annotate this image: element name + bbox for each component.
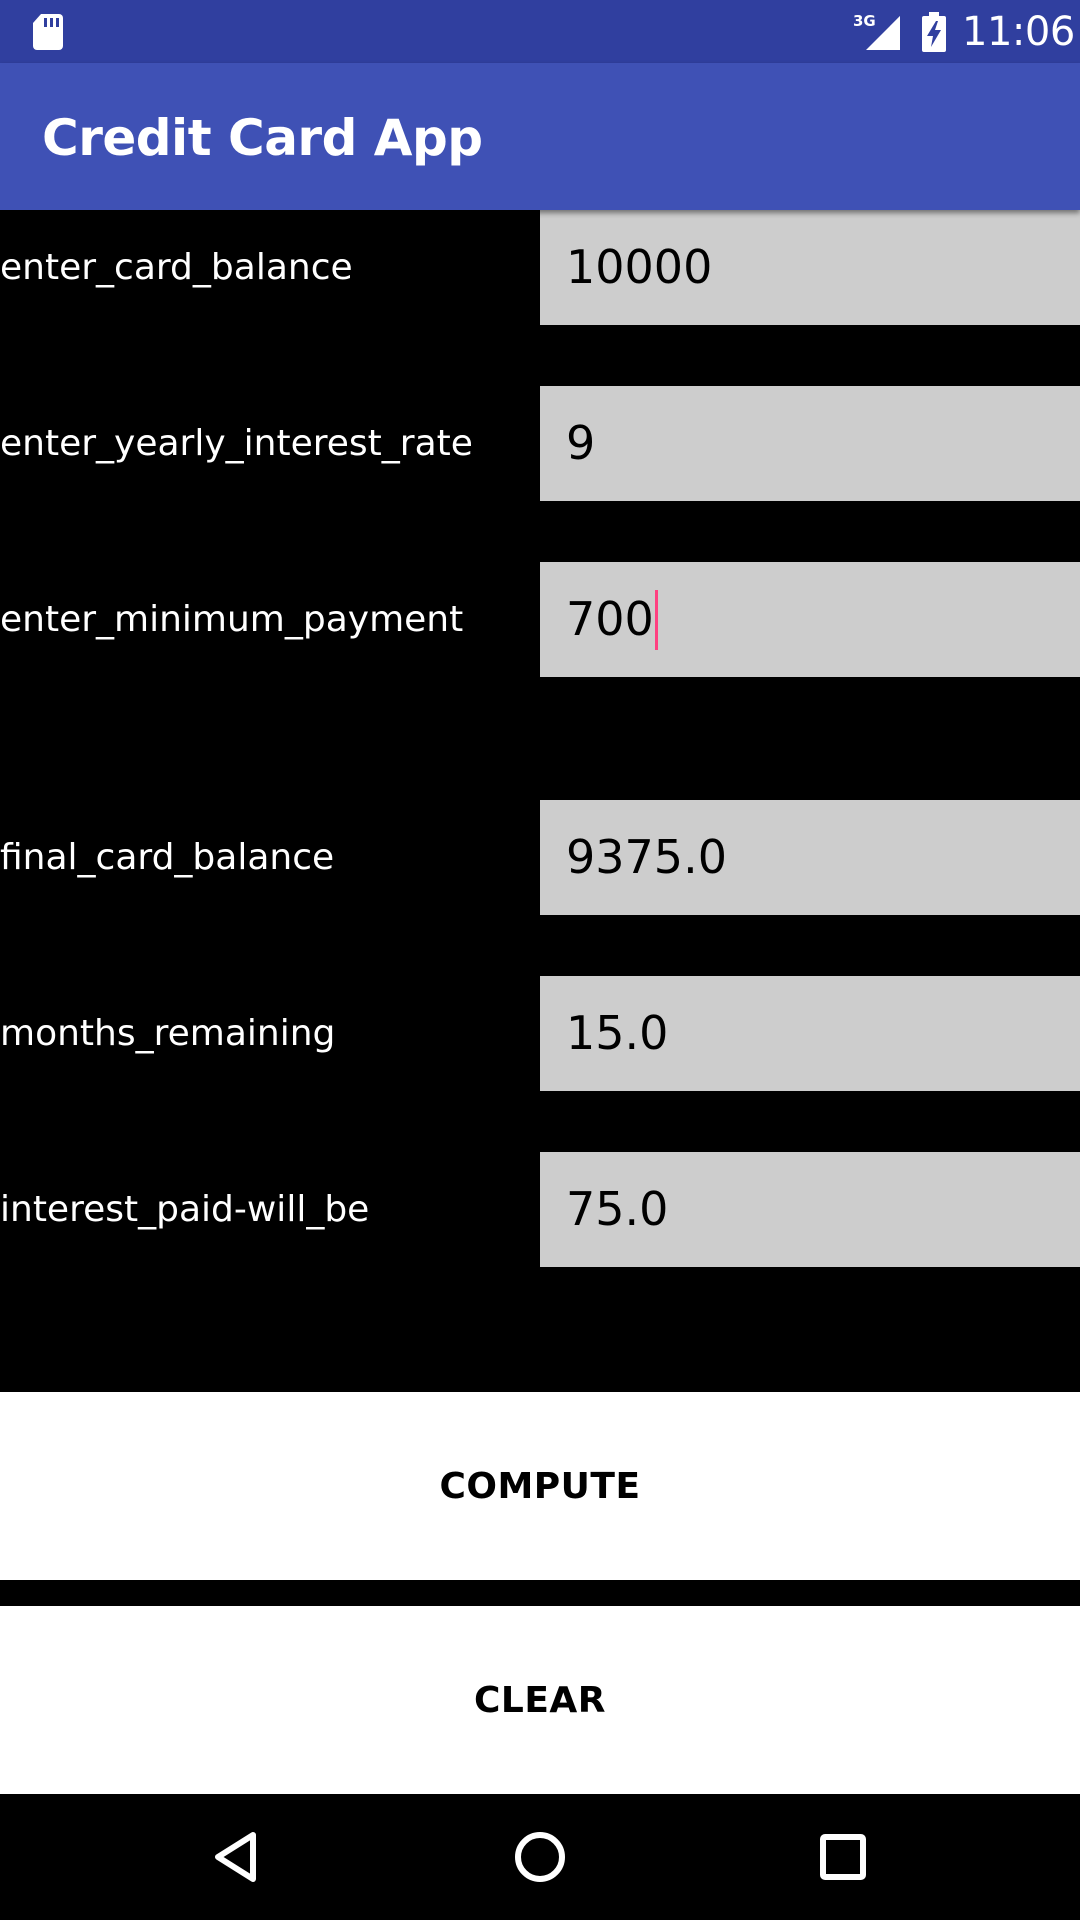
form-row-interest-rate: enter_yearly_interest_rate 9	[0, 386, 1080, 501]
network-type-label: 3G	[853, 12, 876, 30]
form-row-interest-paid: interest_paid-will_be 75.0	[0, 1152, 1080, 1267]
interest-rate-input[interactable]: 9	[540, 386, 1080, 501]
home-icon[interactable]	[510, 1827, 570, 1887]
recents-icon[interactable]	[813, 1827, 873, 1887]
minimum-payment-label: enter_minimum_payment	[0, 599, 464, 640]
card-balance-label: enter_card_balance	[0, 247, 353, 288]
clear-button[interactable]: CLEAR	[0, 1606, 1080, 1794]
final-balance-field[interactable]: 9375.0	[540, 800, 1080, 915]
text-cursor	[654, 589, 658, 650]
status-clock: 11:06	[962, 9, 1075, 55]
months-remaining-label: months_remaining	[0, 1013, 336, 1054]
status-bar: 3G 11:06	[0, 0, 1080, 63]
sd-card-icon	[33, 14, 63, 50]
battery-charging-icon	[922, 12, 946, 52]
form-row-minimum-payment: enter_minimum_payment 700	[0, 562, 1080, 677]
navigation-bar	[0, 1794, 1080, 1920]
final-balance-label: final_card_balance	[0, 837, 335, 878]
form-row-final-balance: final_card_balance 9375.0	[0, 800, 1080, 915]
interest-paid-field[interactable]: 75.0	[540, 1152, 1080, 1267]
months-remaining-field[interactable]: 15.0	[540, 976, 1080, 1091]
app-title: Credit Card App	[42, 109, 483, 167]
minimum-payment-input[interactable]: 700	[540, 562, 1080, 677]
form-row-months-remaining: months_remaining 15.0	[0, 976, 1080, 1091]
app-bar: Credit Card App	[0, 63, 1080, 210]
screen: 3G 11:06 Credit Card App enter_card_bala…	[0, 0, 1080, 1920]
back-icon[interactable]	[206, 1827, 266, 1887]
form-row-card-balance: enter_card_balance 10000	[0, 210, 1080, 325]
interest-paid-label: interest_paid-will_be	[0, 1189, 370, 1230]
card-balance-input[interactable]: 10000	[540, 210, 1080, 325]
minimum-payment-value: 700	[566, 592, 654, 646]
cell-signal-icon: 3G	[853, 12, 900, 50]
compute-button[interactable]: COMPUTE	[0, 1392, 1080, 1580]
interest-rate-label: enter_yearly_interest_rate	[0, 423, 473, 464]
